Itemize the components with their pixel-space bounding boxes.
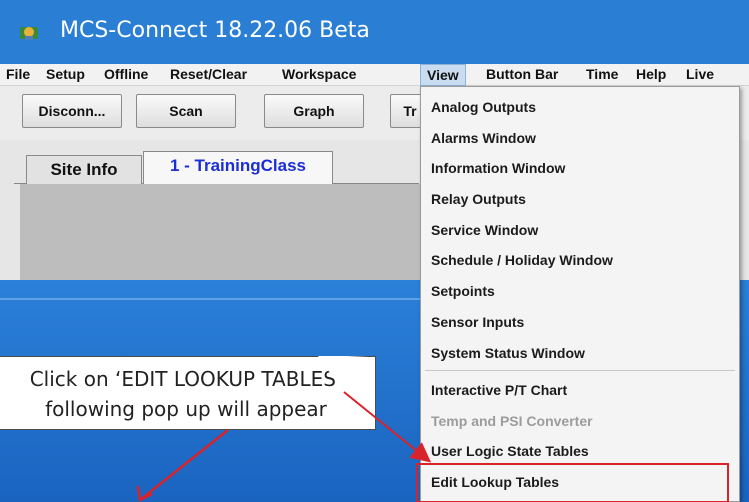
menu-offline[interactable]: Offline: [98, 64, 154, 86]
app-icon: [20, 27, 38, 40]
menu-live[interactable]: Live: [680, 64, 720, 86]
menu-file[interactable]: File: [0, 64, 36, 86]
disconnect-button[interactable]: Disconn...: [22, 94, 122, 128]
menu-item-temp-psi-converter: Temp and PSI Converter: [431, 413, 593, 429]
menu-item-relay-outputs[interactable]: Relay Outputs: [431, 184, 526, 214]
view-menu-dropdown: Analog Outputs Alarms Window Information…: [420, 86, 740, 502]
callout-line-1: Click on ‘EDIT LOOKUP TABLES’: [29, 367, 343, 391]
window-title: MCS-Connect 18.22.06 Beta: [60, 18, 370, 43]
menu-item-information-window[interactable]: Information Window: [431, 153, 565, 183]
instruction-callout: Click on ‘EDIT LOOKUP TABLES’ following …: [0, 356, 376, 430]
menu-setup[interactable]: Setup: [40, 64, 91, 86]
menu-time[interactable]: Time: [580, 64, 624, 86]
menu-item-service-window[interactable]: Service Window: [431, 215, 538, 245]
menu-item-analog-outputs[interactable]: Analog Outputs: [431, 92, 536, 122]
menu-item-interactive-pt-chart[interactable]: Interactive P/T Chart: [431, 375, 567, 405]
tab-panel: [20, 184, 420, 280]
menu-help[interactable]: Help: [630, 64, 672, 86]
menu-item-user-logic-state-tables[interactable]: User Logic State Tables: [431, 436, 589, 466]
menu-item-alarms-window[interactable]: Alarms Window: [431, 123, 536, 153]
desktop-divider: [0, 298, 420, 300]
callout-line-2: following pop up will appear: [45, 397, 327, 421]
tab-strip: Site Info 1 - TrainingClass: [14, 150, 419, 185]
menu-workspace[interactable]: Workspace: [276, 64, 362, 86]
menu-item-sensor-inputs[interactable]: Sensor Inputs: [431, 307, 524, 337]
tab-site-info[interactable]: Site Info: [26, 155, 142, 185]
menu-reset-clear[interactable]: Reset/Clear: [164, 64, 253, 86]
menu-bar: File Setup Offline Reset/Clear Workspace…: [0, 64, 749, 86]
menu-item-setpoints[interactable]: Setpoints: [431, 276, 495, 306]
title-bar: MCS-Connect 18.22.06 Beta: [0, 0, 749, 64]
menu-view[interactable]: View: [420, 64, 466, 86]
scan-button[interactable]: Scan: [136, 94, 236, 128]
tab-training-class[interactable]: 1 - TrainingClass: [143, 151, 333, 185]
graph-button[interactable]: Graph: [264, 94, 364, 128]
menu-item-schedule-holiday-window[interactable]: Schedule / Holiday Window: [431, 245, 613, 275]
menu-item-system-status-window[interactable]: System Status Window: [431, 338, 585, 368]
edit-lookup-highlight: [416, 463, 729, 502]
menu-separator: [425, 370, 735, 371]
menu-button-bar[interactable]: Button Bar: [480, 64, 564, 86]
